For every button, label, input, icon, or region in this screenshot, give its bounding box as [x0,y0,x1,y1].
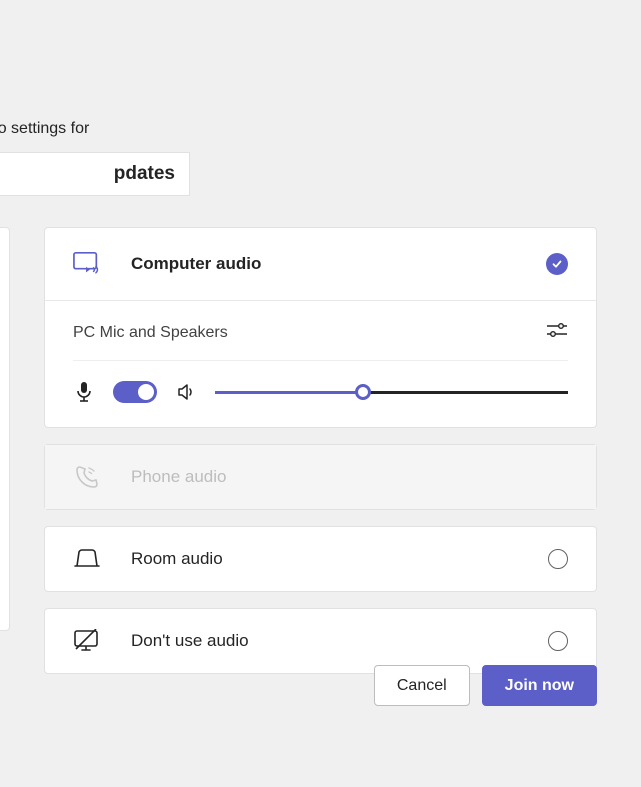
room-radio[interactable] [548,549,568,569]
computer-audio-icon [73,250,101,278]
cancel-button[interactable]: Cancel [374,665,470,706]
video-preview-panel [0,227,10,631]
settings-prompt: d video settings for [0,120,89,138]
slider-thumb[interactable] [355,384,371,400]
slider-fill [215,391,363,394]
no-audio-label: Don't use audio [131,631,548,651]
device-name-label: PC Mic and Speakers [73,324,228,342]
microphone-icon[interactable] [73,381,95,403]
computer-audio-label: Computer audio [131,254,546,274]
selected-check-icon [546,253,568,275]
speaker-icon[interactable] [175,381,197,403]
phone-icon [73,463,101,491]
audio-controls-row [73,361,568,403]
computer-audio-option[interactable]: Computer audio [45,228,596,300]
meeting-name-input[interactable]: pdates [0,152,190,196]
phone-audio-card: Phone audio [44,444,597,510]
toggle-knob [138,384,154,400]
join-now-button[interactable]: Join now [482,665,597,706]
device-settings-icon[interactable] [546,321,568,344]
room-icon [73,545,101,573]
audio-options-panel: Computer audio PC Mic and Speakers [44,227,597,690]
volume-slider[interactable] [215,382,568,402]
no-audio-radio[interactable] [548,631,568,651]
device-subsection: PC Mic and Speakers [45,300,596,427]
room-audio-card: Room audio [44,526,597,592]
slider-track [215,391,568,394]
room-audio-label: Room audio [131,549,548,569]
footer-buttons: Cancel Join now [374,665,597,706]
room-audio-option[interactable]: Room audio [45,527,596,591]
no-audio-icon [73,627,101,655]
computer-audio-card: Computer audio PC Mic and Speakers [44,227,597,428]
phone-audio-option: Phone audio [45,445,596,509]
mic-toggle[interactable] [113,381,157,403]
device-row[interactable]: PC Mic and Speakers [73,321,568,361]
phone-audio-label: Phone audio [131,467,568,487]
no-audio-option[interactable]: Don't use audio [45,609,596,673]
